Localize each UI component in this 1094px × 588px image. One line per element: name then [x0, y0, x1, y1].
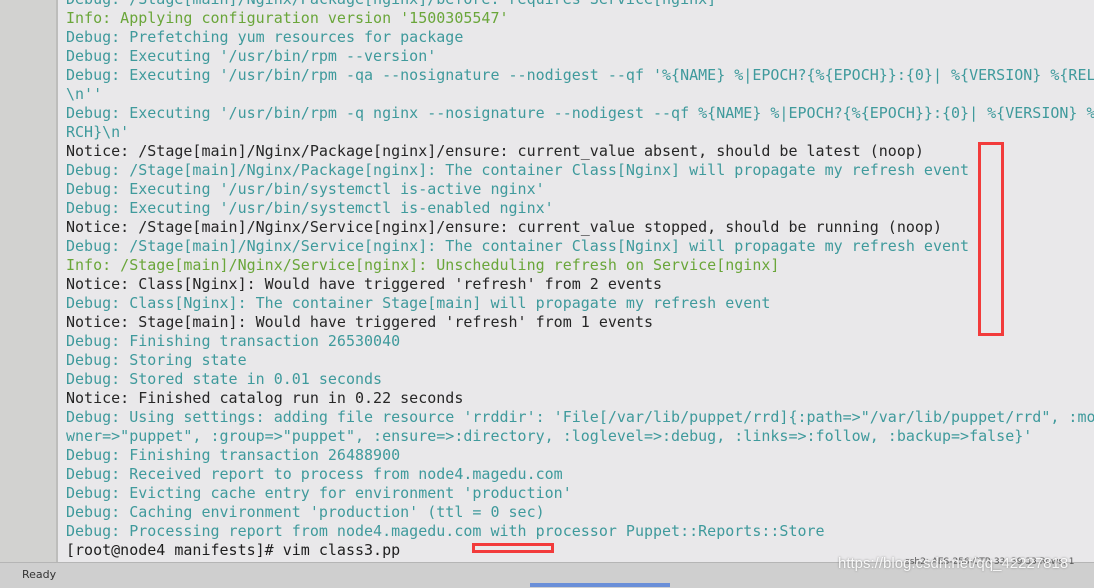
- terminal-lines: Debug: /Stage[main]/Nginx/Package[nginx]…: [66, 0, 1094, 560]
- log-line: \n'': [66, 85, 103, 103]
- log-line: Debug: Executing '/usr/bin/systemctl is-…: [66, 199, 554, 217]
- log-line: Debug: Evicting cache entry for environm…: [66, 484, 572, 502]
- log-line: Debug: Executing '/usr/bin/rpm --version…: [66, 47, 437, 65]
- log-line: Debug: Stored state in 0.01 seconds: [66, 370, 383, 388]
- log-line: Debug: Processing report from node4.mage…: [66, 522, 825, 540]
- log-line: wner=>"puppet", :group=>"puppet", :ensur…: [66, 427, 1033, 445]
- log-line: Debug: /Stage[main]/Nginx/Package[nginx]…: [66, 0, 1094, 9]
- log-line: Debug: Executing '/usr/bin/systemctl is-…: [66, 180, 545, 198]
- log-line: RCH}\n': [66, 123, 130, 141]
- highlight-box-command: [472, 543, 554, 553]
- log-line: Debug: Storing state: [66, 351, 247, 369]
- highlight-box-right: [978, 142, 1004, 336]
- taskbar-item[interactable]: [530, 583, 670, 587]
- log-line: Debug: Using settings: adding file resou…: [66, 408, 1094, 426]
- left-panel: [0, 0, 58, 562]
- log-line: Debug: Class[Nginx]: The container Stage…: [66, 294, 771, 312]
- log-line: Notice: Finished catalog run in 0.22 sec…: [66, 389, 464, 407]
- log-line: Notice: Stage[main]: Would have triggere…: [66, 313, 653, 331]
- log-line: Debug: Prefetching yum resources for pac…: [66, 28, 464, 46]
- log-line: Notice: /Stage[main]/Nginx/Package[nginx…: [66, 142, 924, 160]
- log-line: Info: /Stage[main]/Nginx/Service[nginx]:…: [66, 256, 780, 274]
- status-text: Ready: [22, 568, 57, 581]
- log-line: Debug: Finishing transaction 26488900: [66, 446, 401, 464]
- log-line: Debug: Caching environment 'production' …: [66, 503, 545, 521]
- log-line: Debug: Finishing transaction 26530040: [66, 332, 401, 350]
- log-line: Debug: Executing '/usr/bin/rpm -q nginx …: [66, 104, 1094, 122]
- log-line: Notice: Class[Nginx]: Would have trigger…: [66, 275, 663, 293]
- log-line: Debug: /Stage[main]/Nginx/Package[nginx]…: [66, 161, 970, 179]
- watermark: https://blog.csdn.net/qq_42227818: [838, 555, 1069, 572]
- log-line: Debug: Executing '/usr/bin/rpm -qa --nos…: [66, 66, 1094, 84]
- log-line: Info: Applying configuration version '15…: [66, 9, 509, 27]
- log-line: Debug: /Stage[main]/Nginx/Service[nginx]…: [66, 237, 970, 255]
- status-bar: Ready ssh2: AES-256-CTR 33, 39 33 Rows, …: [0, 555, 1094, 588]
- log-line: Notice: /Stage[main]/Nginx/Service[nginx…: [66, 218, 942, 236]
- terminal-output[interactable]: Debug: /Stage[main]/Nginx/Package[nginx]…: [58, 0, 1094, 562]
- log-line: Debug: Received report to process from n…: [66, 465, 563, 483]
